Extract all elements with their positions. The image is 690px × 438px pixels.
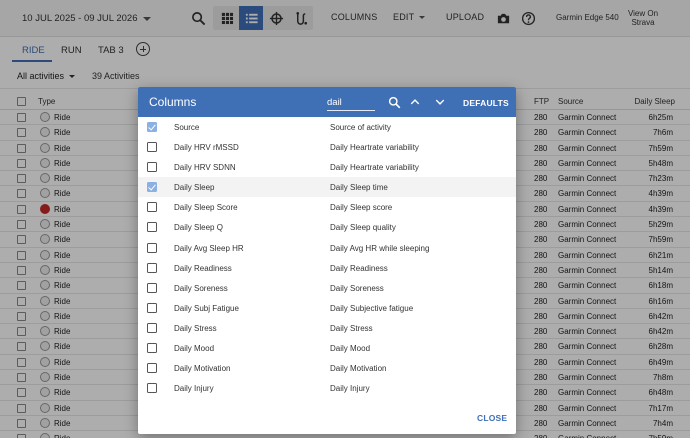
chevron-down-icon[interactable] — [433, 95, 447, 109]
column-name: Daily HRV rMSSD — [174, 143, 239, 153]
column-description: Daily Sleep score — [330, 203, 393, 213]
column-description: Daily Mood — [330, 344, 371, 354]
column-description: Daily Heartrate variability — [330, 143, 419, 153]
column-option[interactable]: Daily Sleep Daily Sleep time — [138, 177, 516, 198]
column-option[interactable]: Daily Sleep Score Daily Sleep score — [138, 197, 516, 217]
columns-dialog: Columns DEFAULTS Source Source of activit… — [138, 87, 516, 434]
column-checkbox[interactable] — [147, 122, 157, 132]
column-description: Daily Subjective fatigue — [330, 303, 414, 313]
column-list: Source Source of activity Daily HRV rMSSD D… — [138, 117, 516, 398]
column-description: Daily Motivation — [330, 364, 387, 374]
column-description: Source of activity — [330, 123, 391, 132]
column-option[interactable]: Daily Soreness Daily Soreness — [138, 278, 516, 298]
search-icon[interactable] — [387, 95, 401, 109]
column-description: Daily Sleep time — [330, 183, 388, 193]
column-checkbox[interactable] — [147, 322, 157, 333]
column-name: Daily Soreness — [174, 283, 228, 293]
column-name: Daily Subj Fatigue — [174, 303, 239, 313]
column-option[interactable]: Source Source of activity — [138, 117, 516, 137]
column-option[interactable]: Daily HRV rMSSD Daily Heartrate variabili… — [138, 137, 516, 157]
column-description: Daily Stress — [330, 323, 373, 333]
column-option[interactable]: Daily Stress Daily Stress — [138, 318, 516, 338]
close-button[interactable]: CLOSE — [477, 413, 507, 423]
column-checkbox[interactable] — [147, 363, 157, 374]
column-checkbox[interactable] — [147, 162, 157, 173]
column-name: Daily Mood — [174, 344, 215, 354]
column-name: Daily Sleep — [174, 183, 215, 193]
column-name: Daily Sleep Q — [174, 223, 223, 233]
column-checkbox[interactable] — [147, 302, 157, 313]
column-option[interactable]: Daily Subj Fatigue Daily Subjective fatig… — [138, 298, 516, 318]
column-option[interactable]: Daily Avg Sleep HR Daily Avg HR while sle… — [138, 238, 516, 258]
chevron-up-icon[interactable] — [408, 95, 422, 109]
column-checkbox[interactable] — [147, 262, 157, 273]
column-checkbox[interactable] — [147, 242, 157, 253]
column-name: Daily Avg Sleep HR — [174, 243, 244, 253]
column-description: Daily Heartrate variability — [330, 163, 419, 173]
dialog-header: Columns DEFAULTS — [138, 87, 516, 117]
column-option[interactable]: Daily Motivation Daily Motivation — [138, 358, 516, 378]
dialog-title: Columns — [149, 95, 197, 109]
column-checkbox[interactable] — [147, 182, 157, 193]
column-description: Daily Injury — [330, 384, 370, 394]
column-option[interactable]: Daily Sleep Q Daily Sleep quality — [138, 217, 516, 237]
column-checkbox[interactable] — [147, 202, 157, 213]
column-description: Daily Readiness — [330, 263, 388, 273]
column-checkbox[interactable] — [147, 383, 157, 394]
column-name: Daily HRV SDNN — [174, 163, 236, 173]
column-option[interactable]: Daily HRV SDNN Daily Heartrate variabilit… — [138, 157, 516, 177]
column-option[interactable]: Daily Mood Daily Mood — [138, 338, 516, 358]
column-description: Daily Sleep quality — [330, 223, 396, 233]
column-checkbox[interactable] — [147, 142, 157, 153]
column-name: Daily Stress — [174, 323, 217, 333]
column-name: Daily Injury — [174, 384, 214, 394]
column-name: Daily Motivation — [174, 364, 231, 374]
column-checkbox[interactable] — [147, 222, 157, 233]
column-description: Daily Soreness — [330, 283, 384, 293]
column-name: Source — [174, 123, 200, 132]
column-checkbox[interactable] — [147, 343, 157, 354]
defaults-button[interactable]: DEFAULTS — [463, 98, 509, 108]
column-search-input[interactable] — [327, 96, 375, 111]
column-option[interactable]: Daily Injury Daily Injury — [138, 378, 516, 398]
column-description: Daily Avg HR while sleeping — [330, 243, 430, 253]
column-name: Daily Sleep Score — [174, 203, 238, 213]
column-name: Daily Readiness — [174, 263, 232, 273]
column-option[interactable]: Daily Readiness Daily Readiness — [138, 258, 516, 278]
column-checkbox[interactable] — [147, 282, 157, 293]
